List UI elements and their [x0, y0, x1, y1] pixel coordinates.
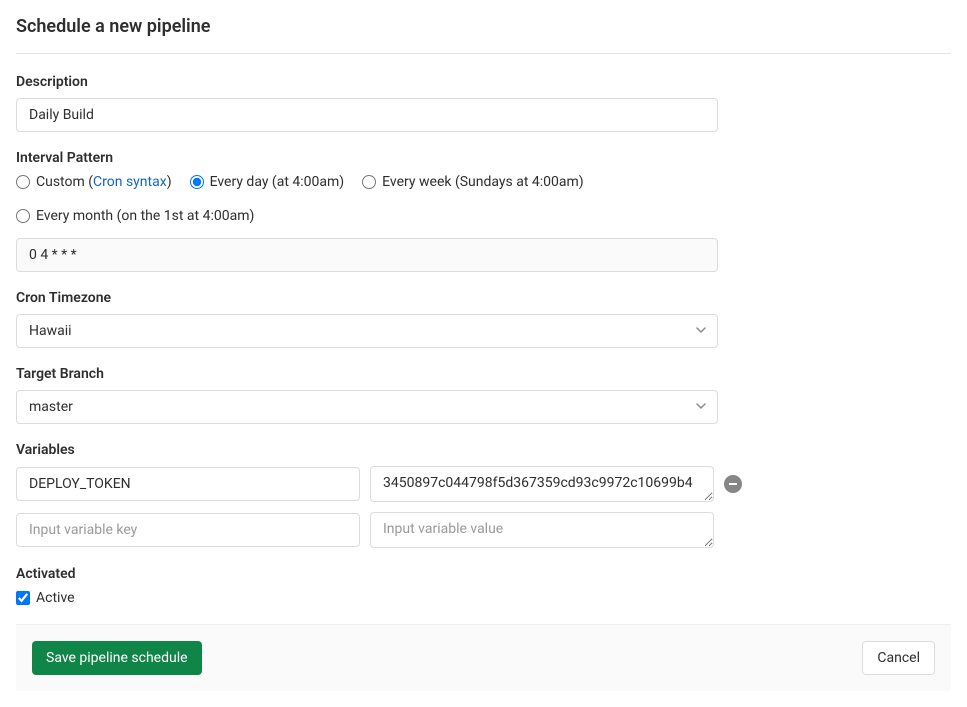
- radio-monthly[interactable]: Every month (on the 1st at 4:00am): [16, 208, 951, 224]
- activated-label: Activated: [16, 566, 951, 582]
- radio-monthly-input[interactable]: [16, 209, 30, 223]
- branch-label: Target Branch: [16, 366, 951, 382]
- variables-label: Variables: [16, 442, 951, 458]
- description-label: Description: [16, 74, 951, 90]
- radio-custom-input[interactable]: [16, 175, 30, 189]
- variables-field-group: Variables 3450897c044798f5d367359cd93c99…: [16, 442, 951, 548]
- variable-row-empty: [16, 512, 951, 548]
- remove-variable-icon[interactable]: [724, 475, 742, 493]
- cancel-button[interactable]: Cancel: [862, 641, 935, 675]
- timezone-select[interactable]: Hawaii: [16, 314, 718, 348]
- variable-value-input[interactable]: 3450897c044798f5d367359cd93c9972c10699b4: [370, 466, 714, 502]
- divider: [16, 53, 951, 54]
- branch-value: master: [16, 390, 718, 424]
- activated-field-group: Activated Active: [16, 566, 951, 606]
- variable-value-input-empty[interactable]: [370, 512, 714, 548]
- description-input[interactable]: [16, 98, 718, 132]
- timezone-value: Hawaii: [16, 314, 718, 348]
- radio-weekly-input[interactable]: [362, 175, 376, 189]
- branch-select[interactable]: master: [16, 390, 718, 424]
- active-checkbox[interactable]: [16, 591, 30, 605]
- radio-monthly-label: Every month (on the 1st at 4:00am): [36, 208, 254, 224]
- page-title: Schedule a new pipeline: [16, 16, 951, 37]
- radio-daily-input[interactable]: [190, 175, 204, 189]
- variable-key-input[interactable]: [16, 467, 360, 501]
- save-button[interactable]: Save pipeline schedule: [32, 641, 202, 675]
- active-checkbox-label: Active: [36, 590, 75, 606]
- timezone-field-group: Cron Timezone Hawaii: [16, 290, 951, 348]
- interval-radio-group: Custom (Cron syntax) Every day (at 4:00a…: [16, 174, 951, 224]
- interval-label: Interval Pattern: [16, 150, 951, 166]
- radio-daily[interactable]: Every day (at 4:00am): [190, 174, 345, 190]
- radio-custom-label: Custom (Cron syntax): [36, 174, 172, 190]
- interval-field-group: Interval Pattern Custom (Cron syntax) Ev…: [16, 150, 951, 272]
- cron-expression-input[interactable]: [16, 238, 718, 272]
- radio-daily-label: Every day (at 4:00am): [210, 174, 345, 190]
- active-checkbox-row[interactable]: Active: [16, 590, 951, 606]
- variable-row: 3450897c044798f5d367359cd93c9972c10699b4: [16, 466, 951, 502]
- cron-syntax-link[interactable]: Cron syntax: [93, 174, 167, 190]
- radio-weekly-label: Every week (Sundays at 4:00am): [382, 174, 584, 190]
- radio-custom[interactable]: Custom (Cron syntax): [16, 174, 172, 190]
- radio-weekly[interactable]: Every week (Sundays at 4:00am): [362, 174, 584, 190]
- variable-key-input-empty[interactable]: [16, 513, 360, 547]
- description-field-group: Description: [16, 74, 951, 132]
- branch-field-group: Target Branch master: [16, 366, 951, 424]
- timezone-label: Cron Timezone: [16, 290, 951, 306]
- form-footer: Save pipeline schedule Cancel: [16, 624, 951, 691]
